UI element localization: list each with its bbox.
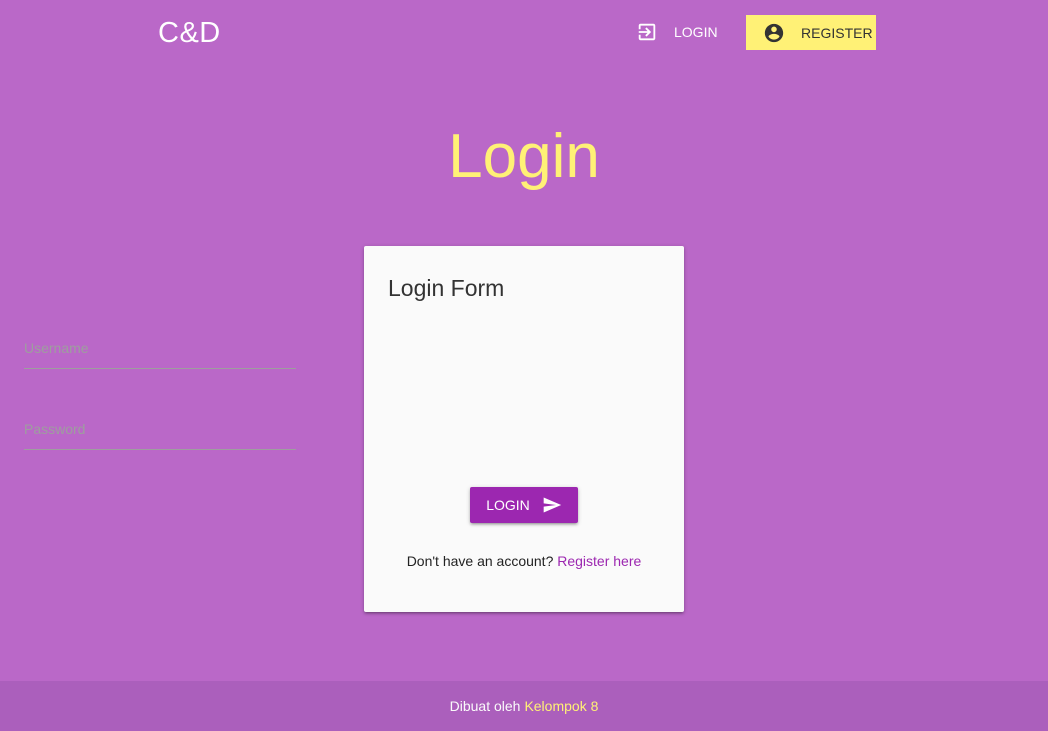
nav-login-link[interactable]: LOGIN [636, 14, 718, 50]
login-form-title: Login Form [388, 275, 505, 301]
footer-team-link[interactable]: Kelompok 8 [524, 698, 598, 714]
login-submit-label: LOGIN [486, 497, 530, 513]
top-navbar: C&D LOGIN REGISTER [0, 0, 1048, 64]
register-here-link[interactable]: Register here [557, 553, 641, 569]
password-input[interactable] [24, 409, 296, 450]
nav-register-button[interactable]: REGISTER [746, 15, 876, 50]
nav-register-label: REGISTER [801, 24, 873, 41]
username-input[interactable] [24, 328, 296, 369]
signup-prompt-text: Don't have an account? [406, 553, 554, 569]
brand-logo[interactable]: C&D [158, 14, 221, 52]
footer: Dibuat oleh Kelompok 8 [0, 681, 1048, 731]
login-icon [636, 21, 658, 43]
send-icon [542, 495, 562, 515]
footer-text: Dibuat oleh [449, 698, 521, 714]
account-circle-icon [763, 22, 785, 44]
nav-login-label: LOGIN [674, 24, 718, 40]
page-title: Login [448, 122, 600, 191]
signup-prompt-row: Don't have an account? Register here [364, 553, 684, 569]
login-card: Login Form LOGIN Don't have an account? … [364, 246, 684, 612]
login-submit-button[interactable]: LOGIN [470, 487, 578, 523]
